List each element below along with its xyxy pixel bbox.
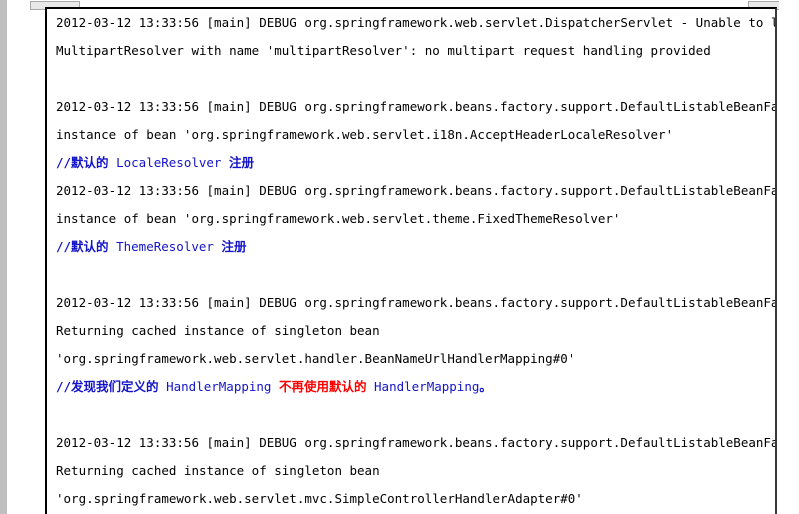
log-line: instance of bean 'org.springframework.we… [56,211,621,226]
annotation-segment-blue: 。 [479,379,492,394]
annotation-segment-blue: 注册 [228,155,254,170]
log-line: Returning cached instance of singleton b… [56,323,380,338]
annotation-segment-blue: //默认的 [56,155,109,170]
log-line: 'org.springframework.web.servlet.mvc.Sim… [56,491,583,506]
log-document-frame: 2012-03-12 13:33:56 [main] DEBUG org.spr… [45,7,777,514]
log-annotation-line: //默认的 LocaleResolver 注册 [56,149,772,177]
annotation-segment-code: ThemeResolver [108,239,222,254]
annotation-segment-code: HandlerMapping [366,379,480,394]
log-line: Returning cached instance of singleton b… [56,463,380,478]
log-annotation-line: //发现我们定义的 HandlerMapping 不再使用默认的 Handler… [56,373,772,401]
log-line: instance of bean 'org.springframework.we… [56,127,674,142]
annotation-segment-code: LocaleResolver [108,155,229,170]
log-line-blank [56,401,772,429]
log-line: 'org.springframework.web.servlet.handler… [56,351,576,366]
log-annotation-line: //默认的 ThemeResolver 注册 [56,233,772,261]
log-line: MultipartResolver with name 'multipartRe… [56,43,711,58]
log-line: 2012-03-12 13:33:56 [main] DEBUG org.spr… [56,435,777,450]
log-line: 2012-03-12 13:33:56 [main] DEBUG org.spr… [56,15,777,30]
annotation-segment-red: 不再使用默认的 [278,379,367,394]
log-line-blank [56,261,772,289]
annotation-segment-blue: 注册 [221,239,247,254]
annotation-segment-blue: //发现我们定义的 [56,379,159,394]
log-line: 2012-03-12 13:33:56 [main] DEBUG org.spr… [56,183,777,198]
annotation-segment-blue: //默认的 [56,239,109,254]
log-line: 2012-03-12 13:33:56 [main] DEBUG org.spr… [56,295,777,310]
log-output-body: 2012-03-12 13:33:56 [main] DEBUG org.spr… [56,9,777,514]
screenshot-root: 2012-03-12 13:33:56 [main] DEBUG org.spr… [0,0,799,514]
left-gutter-strip [0,0,7,514]
log-line-blank [56,65,772,93]
log-line: 2012-03-12 13:33:56 [main] DEBUG org.spr… [56,99,777,114]
left-page-margin [7,0,45,514]
right-page-margin [779,0,799,514]
annotation-segment-code: HandlerMapping [158,379,279,394]
